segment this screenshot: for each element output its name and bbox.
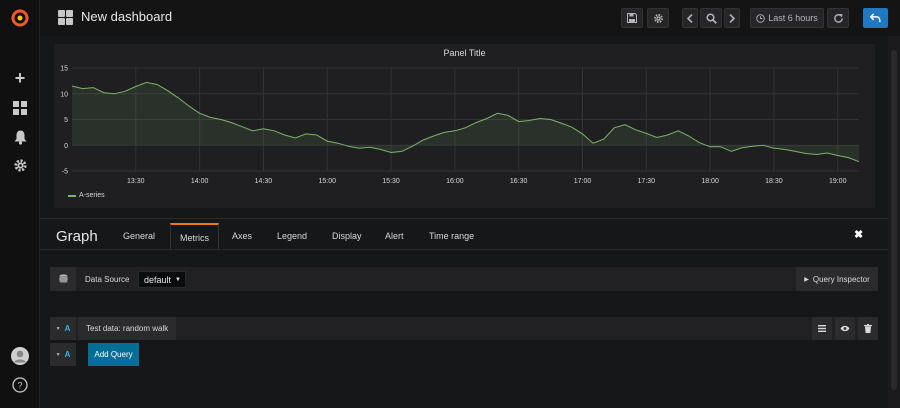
save-dashboard-button[interactable] <box>621 8 643 28</box>
time-series-chart[interactable]: 15 10 5 0 -5 13:30 14:00 14:30 15:00 15:30 16:00 16… <box>54 60 875 200</box>
clock-icon <box>756 13 765 23</box>
database-icon <box>50 267 76 291</box>
trash-icon <box>864 324 872 333</box>
plus-icon[interactable]: + <box>0 68 40 88</box>
eye-icon <box>840 325 850 332</box>
x-tick-label: 17:30 <box>638 178 656 185</box>
zoom-out-button[interactable] <box>700 8 722 28</box>
tab-axes[interactable]: Axes <box>232 231 252 241</box>
bars-icon <box>818 325 826 332</box>
add-query-button[interactable]: Add Query <box>88 343 139 366</box>
sidebar: + ? <box>0 0 40 408</box>
time-picker-button[interactable]: Last 6 hours <box>750 8 824 28</box>
scrollbar-thumb[interactable] <box>891 50 897 390</box>
toggle-query-visibility-button[interactable] <box>835 317 855 340</box>
x-tick-label: 18:30 <box>765 178 783 185</box>
zoom-icon <box>705 12 717 24</box>
caret-down-icon: ▼ <box>55 351 61 358</box>
series-area <box>72 82 859 162</box>
grafana-logo-icon[interactable] <box>0 6 40 30</box>
tab-alert[interactable]: Alert <box>385 231 404 241</box>
legend-series-label[interactable]: A-series <box>79 192 105 199</box>
time-range-label: Last 6 hours <box>768 13 818 23</box>
tab-legend[interactable]: Legend <box>277 231 307 241</box>
dashboard-grid-icon <box>58 10 73 25</box>
query-inspector-button[interactable]: ▶ Query Inspector <box>796 267 878 291</box>
time-shift-back-button[interactable] <box>682 8 698 28</box>
x-tick-label: 14:30 <box>255 178 273 185</box>
remove-query-button[interactable] <box>858 317 878 340</box>
back-arrow-icon <box>870 13 881 23</box>
chevron-right-icon <box>729 13 735 23</box>
query-row: ▼ A Test data: random walk <box>50 317 878 340</box>
graph-panel[interactable]: Panel Title 15 10 5 0 -5 13:30 14:00 14:30 15:00… <box>54 44 875 208</box>
x-tick-label: 16:30 <box>510 178 528 185</box>
gear-icon[interactable] <box>0 155 40 175</box>
refresh-icon <box>833 13 843 23</box>
x-tick-label: 16:00 <box>446 178 464 185</box>
datasource-row: Data Source default ▼ ▶ Query Inspector <box>50 267 878 291</box>
x-tick-label: 15:30 <box>382 178 400 185</box>
gear-icon <box>653 13 663 23</box>
y-tick-label: -5 <box>62 169 68 176</box>
panel-title[interactable]: Panel Title <box>54 48 875 58</box>
x-tick-label: 19:00 <box>829 178 847 185</box>
help-icon[interactable]: ? <box>0 375 40 395</box>
datasource-value: default <box>144 274 172 285</box>
editor-title: Graph <box>56 228 98 245</box>
y-tick-label: 10 <box>60 91 68 98</box>
close-editor-icon[interactable]: ✖ <box>854 228 863 241</box>
chart-legend: A-series <box>68 192 105 199</box>
y-tick-label: 0 <box>64 143 68 150</box>
tab-display[interactable]: Display <box>332 231 362 241</box>
tab-time-range[interactable]: Time range <box>429 231 474 241</box>
y-tick-label: 15 <box>60 66 68 73</box>
x-tick-label: 14:00 <box>191 178 209 185</box>
top-navbar: New dashboard Last 6 hours <box>40 0 900 36</box>
datasource-select[interactable]: default ▼ <box>138 271 186 288</box>
panel-editor: Graph General Metrics Axes Legend Displa… <box>40 218 888 408</box>
caret-down-icon: ▼ <box>175 276 181 283</box>
scenario-value: Test data: random walk <box>86 324 169 333</box>
x-tick-label: 17:00 <box>574 178 592 185</box>
bell-icon[interactable] <box>0 127 40 147</box>
query-inspector-label: Query Inspector <box>812 274 870 284</box>
back-to-dashboard-button[interactable] <box>863 8 888 28</box>
avatar[interactable] <box>0 346 40 366</box>
y-tick-label: 5 <box>64 117 68 124</box>
query-collapse-toggle[interactable]: ▼ A <box>50 317 76 340</box>
caret-down-icon: ▼ <box>55 325 61 332</box>
refresh-button[interactable] <box>827 8 849 28</box>
dashboard-settings-button[interactable] <box>647 8 669 28</box>
datasource-label: Data Source <box>85 274 130 284</box>
page-scrollbar[interactable] <box>888 36 900 408</box>
tab-general[interactable]: General <box>123 231 155 241</box>
scenario-select[interactable]: Test data: random walk <box>78 317 176 340</box>
caret-right-icon: ▶ <box>804 276 809 283</box>
x-tick-label: 18:00 <box>701 178 719 185</box>
svg-text:?: ? <box>17 381 22 391</box>
save-icon <box>627 13 637 23</box>
tab-divider <box>40 249 888 250</box>
dashboards-icon[interactable] <box>0 98 40 118</box>
tab-metrics[interactable]: Metrics <box>170 223 219 249</box>
query-menu-button[interactable] <box>812 317 832 340</box>
x-tick-label: 13:30 <box>127 178 145 185</box>
add-query-letter: A <box>64 350 71 359</box>
legend-swatch <box>68 194 76 197</box>
chevron-left-icon <box>687 13 693 23</box>
query-letter: A <box>64 324 71 333</box>
add-query-toggle[interactable]: ▼ A <box>50 343 76 366</box>
add-query-row: ▼ A Add Query <box>50 343 878 366</box>
time-shift-forward-button[interactable] <box>724 8 740 28</box>
dashboard-title[interactable]: New dashboard <box>81 9 172 24</box>
x-tick-label: 15:00 <box>318 178 336 185</box>
